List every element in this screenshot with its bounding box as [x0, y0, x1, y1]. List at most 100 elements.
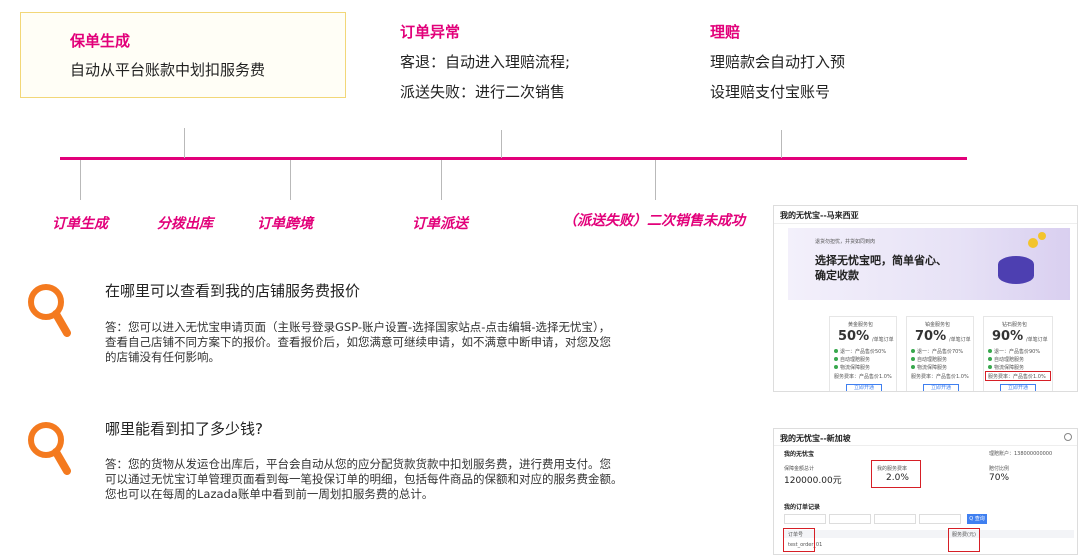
plan-name: 钻石服务包 — [1002, 322, 1028, 328]
timeline-tick-down — [655, 160, 656, 200]
plan-fee: 服务费率：产品售价1.0% — [988, 374, 1046, 380]
plan-pct: 90% — [992, 329, 1024, 344]
stage-exception-line2: 派送失败：进行二次销售 — [400, 83, 566, 101]
plan-pct: 70% — [915, 329, 947, 344]
faq-answer-line: 答：您的货物从发运仓出库后，平台会自动从您的应分配货款货款中扣划服务费，进行费用… — [105, 457, 611, 471]
plan-card: 黄金服务包 50% /单笔订单 退一：产品售价50% 自动理赔服务 物流保障服务… — [829, 316, 897, 391]
rate-label: 我的服务费率 — [877, 466, 908, 472]
plan-fee: 服务费率：产品售价1.0% — [834, 374, 892, 380]
stage-claim-title: 理赔 — [710, 23, 741, 41]
shot-header: 我的无忧宝--新加坡 — [780, 434, 851, 443]
shot-header: 我的无忧宝--马来西亚 — [780, 211, 859, 220]
divider — [774, 445, 1077, 446]
highlight-box — [948, 528, 980, 552]
timeline-tick-down — [290, 160, 291, 200]
faq-answer: 答：您可以进入无忧宝申请页面（主账号登录GSP-账户设置-选择国家站点-点击编辑… — [105, 320, 765, 365]
plan-feature: 物流保障服务 — [840, 365, 871, 371]
magnifier-icon — [28, 284, 71, 337]
check-icon — [911, 365, 915, 369]
plan-unit: /单笔订单 — [1026, 337, 1048, 343]
ratio-value: 70% — [989, 473, 1010, 483]
faq-answer-line: 查看自己店铺不同方案下的报价。查看报价后，如您满意可继续申请，如不满意中断申请，… — [105, 335, 611, 349]
check-icon — [911, 357, 915, 361]
help-icon[interactable] — [1064, 433, 1072, 441]
stage-claim-line2: 设理赔支付宝账号 — [710, 83, 831, 101]
plan-name: 黄金服务包 — [848, 322, 874, 328]
search-button[interactable]: Q 查询 — [967, 514, 987, 524]
banner-line2: 确定收款 — [815, 269, 859, 282]
check-icon — [988, 349, 992, 353]
milestone-label: 订单生成 — [52, 216, 108, 232]
stage-exception-line1: 客退：自动进入理赔流程; — [400, 53, 571, 71]
faq-answer-line: 您也可以在每周的Lazada账单中看到前一周划扣服务费的总计。 — [105, 487, 434, 501]
check-icon — [834, 365, 838, 369]
check-icon — [834, 357, 838, 361]
divider — [774, 223, 1077, 224]
amount-label: 保障金额总计 — [784, 466, 815, 472]
ratio-label: 赔付比例 — [989, 466, 1010, 472]
screenshot-malaysia: 我的无忧宝--马来西亚 退货勿担忧，井货如同到肉 选择无忧宝吧，简单省心、 确定… — [773, 205, 1078, 392]
faq-answer-line: 答：您可以进入无忧宝申请页面（主账号登录GSP-账户设置-选择国家站点-点击编辑… — [105, 320, 611, 334]
magnifier-icon — [28, 422, 71, 475]
amount-value: 120000.00元 — [784, 476, 842, 486]
faq-answer-line: 的店铺没有任何影响。 — [105, 350, 220, 364]
coin-icon — [1038, 232, 1046, 240]
banner-small: 退货勿担忧，井货如同到肉 — [815, 239, 876, 245]
milestone-label: 订单派送 — [412, 216, 468, 232]
screenshot-singapore: 我的无忧宝--新加坡 我的无忧宝 理赔账户：138000000000 保障金额总… — [773, 428, 1078, 555]
faq-answer-line: 可以通过无忧宝订单管理页面看到每一笔投保订单的明细，包括每件商品的保额和对应的服… — [105, 472, 623, 486]
milestone-label: 分拨出库 — [157, 216, 213, 232]
account-label: 理赔账户：138000000000 — [989, 451, 1053, 457]
check-icon — [988, 365, 992, 369]
faq-question: 在哪里可以查看到我的店铺服务费报价 — [105, 282, 361, 300]
shot-banner: 退货勿担忧，井货如同到肉 选择无忧宝吧，简单省心、 确定收款 — [788, 228, 1070, 300]
timeline-tick-down — [441, 160, 442, 200]
plan-feature: 退一：产品售价50% — [840, 349, 887, 355]
plan-card: 铂金服务包 70% /单笔订单 退一：产品售价70% 自动理赔服务 物流保障服务… — [906, 316, 974, 391]
milestone-label: （派送失败）二次销售未成功 — [563, 213, 745, 229]
highlight-box — [783, 528, 815, 552]
cylinder-illustration — [998, 256, 1034, 284]
plan-name: 铂金服务包 — [925, 322, 951, 328]
plan-feature: 退一：产品售价90% — [994, 349, 1041, 355]
stage-policy-box — [20, 12, 346, 98]
section-title: 我的无忧宝 — [784, 451, 815, 458]
plan-feature: 自动理赔服务 — [917, 357, 948, 363]
timeline-tick-up — [184, 128, 185, 158]
filter-input[interactable] — [874, 514, 916, 524]
check-icon — [834, 349, 838, 353]
stage-claim-line1: 理赔款会自动打入预 — [710, 53, 846, 71]
stage-exception-title: 订单异常 — [400, 23, 461, 41]
filter-input[interactable] — [919, 514, 961, 524]
banner-line1: 选择无忧宝吧，简单省心、 — [815, 254, 947, 267]
faq-answer: 答：您的货物从发运仓出库后，平台会自动从您的应分配货款货款中扣划服务费，进行费用… — [105, 457, 765, 502]
faq-question: 哪里能看到扣了多少钱? — [105, 420, 263, 438]
plan-pct: 50% — [838, 329, 870, 344]
milestone-label: 订单跨境 — [257, 216, 313, 232]
open-plan-button[interactable]: 立即开通 — [923, 384, 959, 391]
timeline-tick-up — [781, 130, 782, 158]
plan-unit: /单笔订单 — [949, 337, 971, 343]
stage-policy-text: 自动从平台账款中划扣服务费 — [70, 61, 266, 79]
plan-feature: 物流保障服务 — [994, 365, 1025, 371]
table-header — [784, 530, 1074, 538]
coin-icon — [1028, 238, 1038, 248]
plan-feature: 物流保障服务 — [917, 365, 948, 371]
orders-title: 我的订单记录 — [784, 504, 821, 511]
plan-feature: 自动理赔服务 — [840, 357, 871, 363]
check-icon — [988, 357, 992, 361]
plan-feature: 退一：产品售价70% — [917, 349, 964, 355]
filter-input[interactable] — [784, 514, 826, 524]
timeline-tick-down — [80, 160, 81, 200]
plan-feature: 自动理赔服务 — [994, 357, 1025, 363]
filter-input[interactable] — [829, 514, 871, 524]
check-icon — [911, 349, 915, 353]
open-plan-button[interactable]: 立即开通 — [846, 384, 882, 391]
rate-value: 2.0% — [886, 473, 909, 483]
stage-policy-title: 保单生成 — [70, 32, 131, 50]
plan-unit: /单笔订单 — [872, 337, 894, 343]
open-plan-button[interactable]: 立即开通 — [1000, 384, 1036, 391]
timeline-axis — [60, 157, 967, 160]
plan-fee: 服务费率：产品售价1.0% — [911, 374, 969, 380]
timeline-tick-up — [501, 130, 502, 158]
